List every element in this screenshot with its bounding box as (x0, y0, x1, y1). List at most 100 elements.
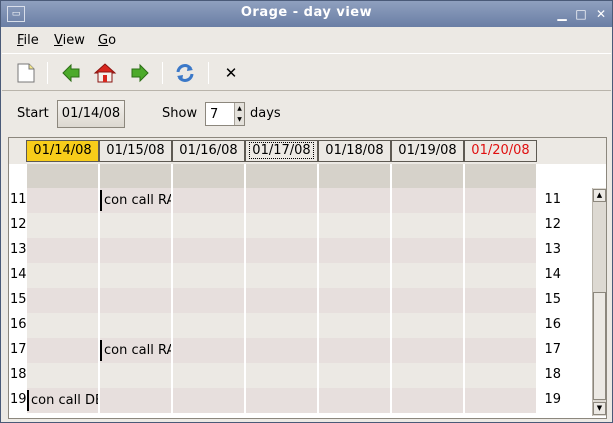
all-day-cell[interactable] (392, 164, 463, 188)
all-day-cell[interactable] (27, 164, 98, 188)
hour-cell[interactable] (100, 388, 171, 413)
hour-cell[interactable] (173, 238, 244, 263)
hour-cell[interactable] (465, 188, 536, 213)
hour-cell[interactable] (465, 263, 536, 288)
day-header-3[interactable]: 01/17/08 (245, 140, 318, 162)
scroll-down-icon[interactable]: ▼ (593, 402, 606, 415)
day-header-4[interactable]: 01/18/08 (318, 140, 391, 162)
hour-cell[interactable] (246, 363, 317, 388)
vertical-scrollbar[interactable]: ▲ ▼ (592, 188, 606, 416)
hour-cell[interactable] (465, 288, 536, 313)
back-arrow-icon[interactable] (58, 60, 84, 86)
hour-cell[interactable] (246, 313, 317, 338)
hour-cell[interactable] (100, 363, 171, 388)
hour-cell[interactable] (319, 213, 390, 238)
hour-cell[interactable] (319, 188, 390, 213)
home-icon[interactable] (92, 60, 118, 86)
hour-cell[interactable] (319, 313, 390, 338)
spin-down-icon[interactable]: ▼ (235, 114, 244, 125)
scroll-thumb[interactable] (593, 292, 606, 400)
hour-cell[interactable] (100, 313, 171, 338)
hour-cell[interactable] (392, 338, 463, 363)
day-header-6[interactable]: 01/20/08 (464, 140, 537, 162)
hour-cell[interactable] (392, 213, 463, 238)
calendar-event[interactable]: con call RA (100, 340, 171, 361)
hour-cell[interactable] (246, 238, 317, 263)
hour-cell[interactable] (319, 238, 390, 263)
hour-cell[interactable] (173, 388, 244, 413)
hour-cell[interactable] (246, 263, 317, 288)
hour-cell[interactable] (27, 238, 98, 263)
forward-arrow-icon[interactable] (127, 60, 153, 86)
hour-cell[interactable] (27, 363, 98, 388)
hour-cell[interactable] (173, 213, 244, 238)
hour-cell[interactable] (100, 288, 171, 313)
hour-cell[interactable] (392, 238, 463, 263)
maximize-icon[interactable]: □ (573, 6, 589, 22)
hour-cell[interactable] (246, 388, 317, 413)
hour-cell[interactable] (27, 288, 98, 313)
hour-cell[interactable] (319, 363, 390, 388)
day-header-1[interactable]: 01/15/08 (99, 140, 172, 162)
hour-cell[interactable] (100, 238, 171, 263)
hour-cell[interactable] (319, 388, 390, 413)
new-icon[interactable] (13, 60, 39, 86)
day-header-0[interactable]: 01/14/08 (26, 140, 99, 162)
hour-cell[interactable] (465, 363, 536, 388)
hour-cell[interactable] (173, 263, 244, 288)
spinner-arrows[interactable]: ▲ ▼ (234, 103, 244, 125)
hour-cell[interactable] (100, 213, 171, 238)
calendar-event[interactable]: con call RA (100, 190, 171, 211)
hour-cell[interactable] (392, 313, 463, 338)
hour-cell[interactable] (465, 238, 536, 263)
hour-cell[interactable] (319, 288, 390, 313)
close-icon[interactable]: ✕ (218, 60, 244, 86)
hour-cell[interactable] (27, 188, 98, 213)
hour-cell[interactable] (392, 188, 463, 213)
hour-cell[interactable] (246, 338, 317, 363)
calendar-event[interactable]: con call DB (27, 390, 98, 411)
hour-cell[interactable] (173, 338, 244, 363)
hour-cell[interactable] (173, 363, 244, 388)
hour-cell[interactable] (319, 263, 390, 288)
hour-cell[interactable] (392, 363, 463, 388)
day-header-5[interactable]: 01/19/08 (391, 140, 464, 162)
hour-cell[interactable] (27, 213, 98, 238)
days-spinner[interactable]: ▲ ▼ (205, 102, 245, 126)
hour-cell[interactable] (100, 263, 171, 288)
hour-cell[interactable] (465, 213, 536, 238)
hour-cell[interactable] (392, 263, 463, 288)
hour-cell[interactable] (392, 388, 463, 413)
close-window-icon[interactable]: ✕ (593, 6, 609, 22)
hour-cell[interactable] (392, 288, 463, 313)
all-day-cell[interactable] (246, 164, 317, 188)
hour-cell[interactable] (465, 313, 536, 338)
hour-cell[interactable] (246, 288, 317, 313)
hour-cell[interactable] (465, 388, 536, 413)
all-day-cell[interactable] (465, 164, 536, 188)
scroll-up-icon[interactable]: ▲ (593, 189, 606, 202)
hour-cell[interactable] (27, 338, 98, 363)
hour-cell[interactable] (27, 263, 98, 288)
spin-up-icon[interactable]: ▲ (235, 103, 244, 114)
hour-cell[interactable] (173, 288, 244, 313)
refresh-icon[interactable] (172, 60, 198, 86)
minimize-icon[interactable]: ▁ (554, 6, 570, 22)
start-date-button[interactable]: 01/14/08 (57, 100, 125, 128)
hour-cell[interactable] (173, 188, 244, 213)
hour-cell[interactable] (173, 313, 244, 338)
menu-view[interactable]: View (54, 33, 85, 48)
hour-cell[interactable] (246, 213, 317, 238)
hour-cell[interactable] (246, 188, 317, 213)
hour-cell[interactable] (27, 313, 98, 338)
title-bar[interactable]: ▭ Orage - day view ▁ □ ✕ (1, 1, 612, 27)
all-day-cell[interactable] (100, 164, 171, 188)
hour-cell[interactable] (465, 338, 536, 363)
hour-cell[interactable] (319, 338, 390, 363)
menu-go[interactable]: Go (98, 33, 116, 48)
days-input[interactable] (206, 103, 235, 125)
day-header-2[interactable]: 01/16/08 (172, 140, 245, 162)
menu-file[interactable]: File (17, 33, 39, 48)
all-day-cell[interactable] (319, 164, 390, 188)
all-day-cell[interactable] (173, 164, 244, 188)
